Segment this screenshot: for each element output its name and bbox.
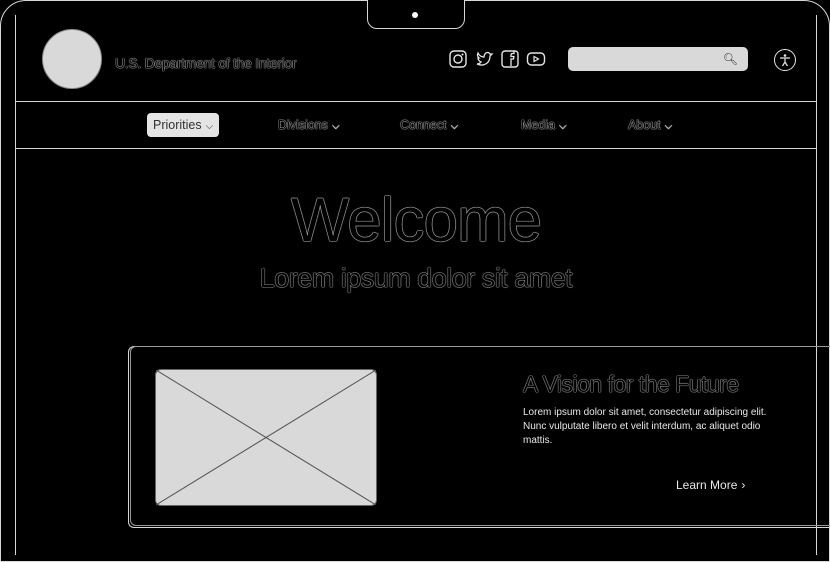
nav-item-media[interactable]: Media ⌵ [515, 113, 573, 137]
nav-item-connect[interactable]: Connect ⌵ [394, 113, 464, 137]
site-header: U.S. Department of the Interior 🔍︎ [16, 15, 816, 102]
instagram-icon[interactable] [448, 49, 468, 69]
facebook-icon[interactable] [500, 49, 520, 69]
chevron-down-icon: ⌵ [450, 121, 459, 132]
chevron-right-icon: › [741, 478, 746, 492]
nav-label: Priorities [153, 118, 202, 132]
accessibility-icon[interactable] [774, 49, 796, 71]
youtube-icon[interactable] [526, 49, 546, 69]
card-body: Lorem ipsum dolor sit amet, consectetur … [523, 407, 767, 446]
screen: U.S. Department of the Interior 🔍︎ Prior… [15, 15, 830, 555]
chevron-down-icon: ⌵ [664, 121, 673, 132]
card-title: A Vision for the Future [523, 371, 739, 397]
chevron-down-icon: ⌵ [205, 121, 214, 132]
search-icon[interactable]: 🔍︎ [723, 52, 738, 66]
chevron-down-icon: ⌵ [559, 121, 567, 132]
feature-card-inner: A Vision for the Future Lorem ipsum dolo… [130, 346, 830, 526]
nav-label: Media [521, 118, 556, 132]
search-input[interactable]: 🔍︎ [568, 47, 748, 71]
hero-title: Welcome [290, 186, 542, 255]
learn-more-link[interactable]: Learn More › [676, 478, 745, 492]
nav-label: About [628, 118, 661, 132]
nav-item-priorities[interactable]: Priorities ⌵ [147, 113, 220, 137]
hero-subtitle: Lorem ipsum dolor sit amet [259, 263, 573, 293]
department-logo[interactable] [42, 29, 102, 89]
nav-label: Connect [400, 118, 447, 132]
device-frame: U.S. Department of the Interior 🔍︎ Prior… [0, 0, 830, 562]
department-name[interactable]: U.S. Department of the Interior [115, 55, 297, 71]
nav-item-divisions[interactable]: Divisions ⌵ [272, 113, 346, 137]
learn-more-label: Learn More [676, 478, 738, 492]
image-placeholder [155, 369, 377, 506]
main-nav: Priorities ⌵ Divisions ⌵ Connect ⌵ Media ⌵ A… [16, 102, 816, 149]
nav-label: Divisions [278, 118, 329, 132]
twitter-icon[interactable] [474, 49, 494, 69]
chevron-down-icon: ⌵ [332, 121, 340, 132]
nav-item-about[interactable]: About ⌵ [622, 113, 678, 137]
social-links [448, 49, 552, 69]
feature-card: A Vision for the Future Lorem ipsum dolo… [128, 346, 830, 528]
